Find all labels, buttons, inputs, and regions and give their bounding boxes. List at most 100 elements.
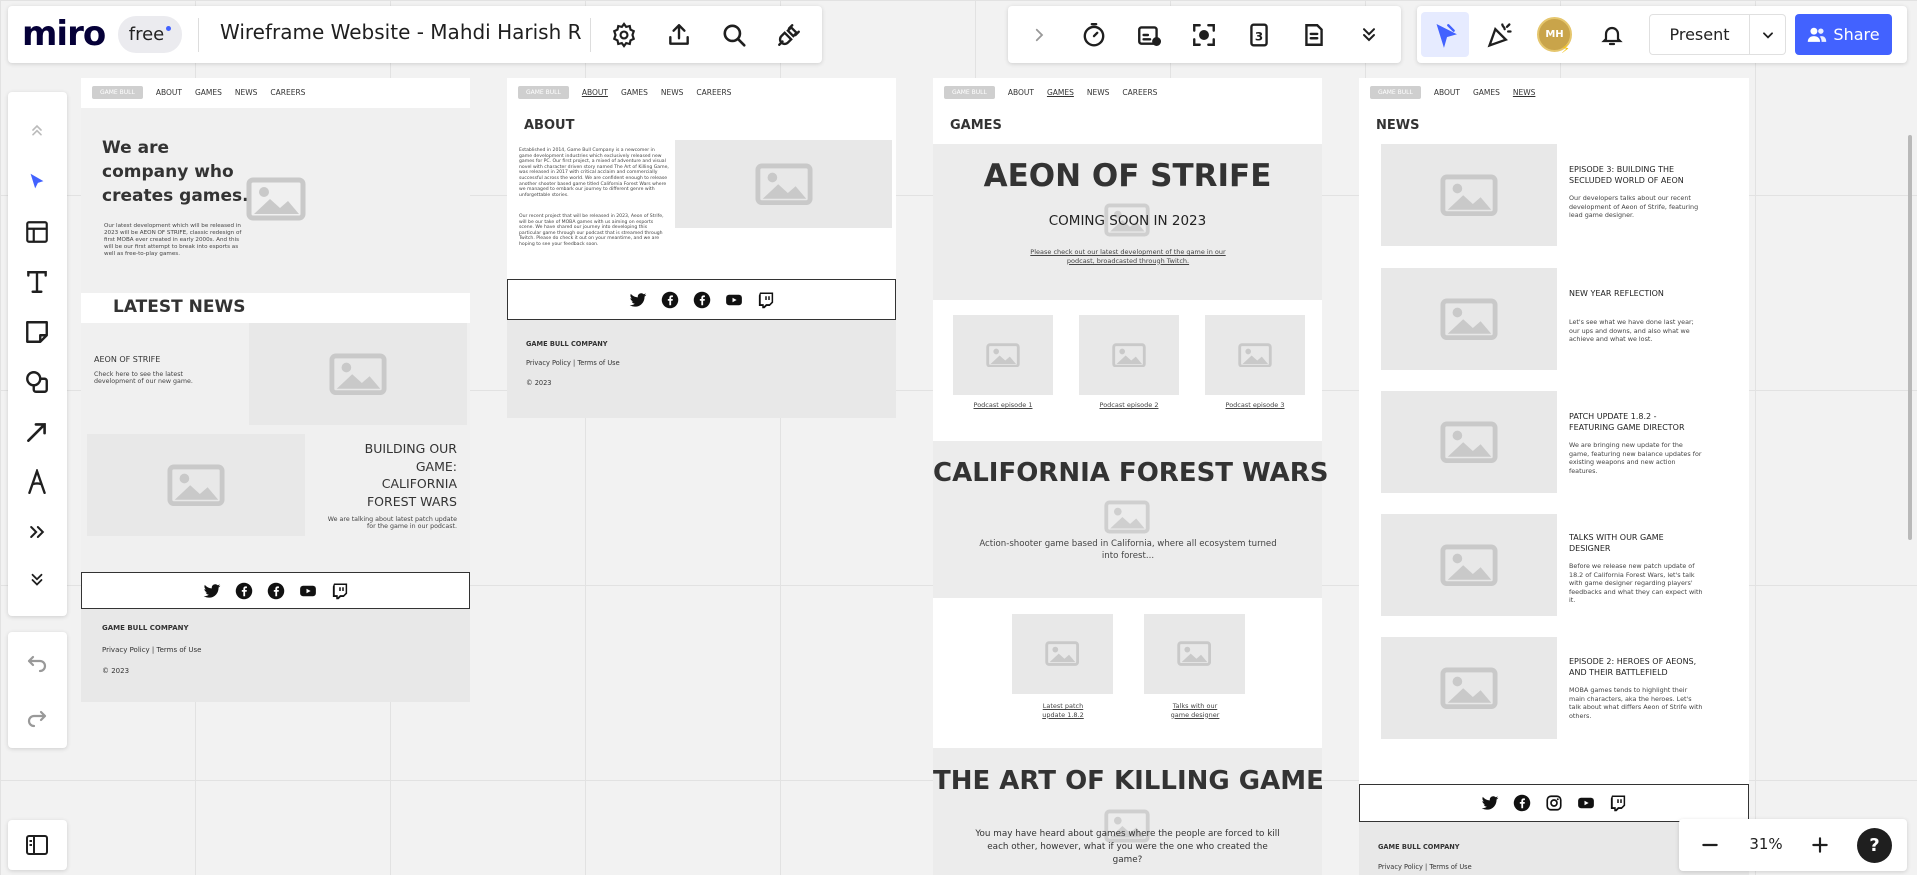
search-icon[interactable] xyxy=(714,15,754,55)
news-item-4-image[interactable] xyxy=(1381,514,1557,616)
podcast-1-label[interactable]: Podcast episode 1 xyxy=(953,402,1053,409)
nav-careers[interactable]: CAREERS xyxy=(270,88,305,97)
nav-about[interactable]: ABOUT xyxy=(1434,88,1460,97)
footer-links[interactable]: Privacy Policy | Terms of Use xyxy=(102,646,201,654)
nav-games-active[interactable]: GAMES xyxy=(1047,88,1074,97)
news-item-2-image[interactable] xyxy=(1381,268,1557,370)
facebook-icon[interactable] xyxy=(693,291,711,309)
sticky-note-icon[interactable] xyxy=(17,312,57,352)
frame-about[interactable]: GAME BULL ABOUT GAMES NEWS CAREERS ABOUT… xyxy=(507,78,896,418)
nav-news[interactable]: NEWS xyxy=(1087,88,1110,97)
nav-games[interactable]: GAMES xyxy=(621,88,648,97)
help-button[interactable]: ? xyxy=(1857,828,1892,863)
board-title[interactable]: Wireframe Website - Mahdi Harish R xyxy=(220,20,582,44)
footer-links[interactable]: Privacy Policy | Terms of Use xyxy=(526,359,620,367)
notes-icon[interactable] xyxy=(1294,15,1334,55)
news-item-4-title[interactable]: TALKS WITH OUR GAME DESIGNER xyxy=(1569,532,1704,554)
frame-home[interactable]: GAME BULL ABOUT GAMES NEWS CAREERS We ar… xyxy=(81,78,470,702)
collapse-down-icon[interactable] xyxy=(17,560,57,600)
news-item-5-title[interactable]: EPISODE 2: HEROES OF AEONS, AND THEIR BA… xyxy=(1569,656,1709,678)
select-icon[interactable] xyxy=(17,162,57,202)
more-icon[interactable] xyxy=(1349,15,1389,55)
podcast-2-thumb[interactable] xyxy=(1079,315,1179,395)
twitter-icon[interactable] xyxy=(203,582,221,600)
patch-link[interactable]: Latest patch update 1.8.2 xyxy=(1037,702,1089,719)
frame-games[interactable]: GAME BULL ABOUT GAMES NEWS CAREERS GAMES… xyxy=(933,78,1328,875)
focus-icon[interactable] xyxy=(1184,15,1224,55)
plugin-icon[interactable] xyxy=(769,15,809,55)
podcast-3-thumb[interactable] xyxy=(1205,315,1305,395)
facebook-icon[interactable] xyxy=(1513,794,1531,812)
home-logo[interactable]: GAME BULL xyxy=(92,86,143,99)
youtube-icon[interactable] xyxy=(1577,794,1595,812)
nav-news[interactable]: NEWS xyxy=(235,88,258,97)
shapes-icon[interactable] xyxy=(17,362,57,402)
plan-badge[interactable]: free xyxy=(118,16,182,53)
nav-about[interactable]: ABOUT xyxy=(156,88,182,97)
redo-icon[interactable] xyxy=(17,698,57,738)
footer-links[interactable]: Privacy Policy | Terms of Use xyxy=(1378,863,1472,871)
twitch-icon[interactable] xyxy=(757,291,775,309)
about-logo[interactable]: GAME BULL xyxy=(518,86,569,99)
collapse-up-icon[interactable] xyxy=(17,110,57,150)
nav-news-active[interactable]: NEWS xyxy=(1513,88,1536,97)
youtube-icon[interactable] xyxy=(299,582,317,600)
facebook-icon[interactable] xyxy=(267,582,285,600)
card-icon[interactable] xyxy=(1129,15,1169,55)
pen-icon[interactable] xyxy=(17,462,57,502)
reactions-icon[interactable] xyxy=(1480,15,1520,55)
present-dropdown[interactable] xyxy=(1750,14,1786,55)
games-logo[interactable]: GAME BULL xyxy=(944,86,995,99)
facebook-icon[interactable] xyxy=(661,291,679,309)
twitter-icon[interactable] xyxy=(629,291,647,309)
frame-news[interactable]: GAME BULL ABOUT GAMES NEWS NEWS EPISODE … xyxy=(1359,78,1749,875)
zoom-in-icon[interactable] xyxy=(1800,825,1840,865)
present-button[interactable]: Present xyxy=(1649,14,1750,55)
nav-news[interactable]: NEWS xyxy=(661,88,684,97)
news-logo[interactable]: GAME BULL xyxy=(1370,86,1421,99)
vertical-scrollbar[interactable] xyxy=(1908,135,1912,540)
designer-talk-link[interactable]: Talks with our game designer xyxy=(1165,702,1225,719)
twitch-icon[interactable] xyxy=(331,582,349,600)
youtube-icon[interactable] xyxy=(725,291,743,309)
podcast-2-label[interactable]: Podcast episode 2 xyxy=(1079,402,1179,409)
game1-podcast-link[interactable]: Please check out our latest development … xyxy=(1021,248,1235,265)
connector-icon[interactable] xyxy=(17,412,57,452)
share-button[interactable]: Share xyxy=(1795,14,1892,55)
news-item-1-image[interactable] xyxy=(1381,144,1557,246)
miro-logo[interactable]: miro xyxy=(22,14,106,54)
zoom-out-icon[interactable] xyxy=(1690,825,1730,865)
nav-about-active[interactable]: ABOUT xyxy=(582,88,608,97)
nav-games[interactable]: GAMES xyxy=(1473,88,1500,97)
export-icon[interactable] xyxy=(659,15,699,55)
nav-careers[interactable]: CAREERS xyxy=(1122,88,1157,97)
board-panel-button[interactable] xyxy=(8,820,67,870)
zoom-level[interactable]: 31% xyxy=(1741,835,1791,853)
news-item-5-image[interactable] xyxy=(1381,637,1557,739)
twitch-icon[interactable] xyxy=(1609,794,1627,812)
nav-about[interactable]: ABOUT xyxy=(1008,88,1034,97)
nav-careers[interactable]: CAREERS xyxy=(696,88,731,97)
frame-icon[interactable] xyxy=(17,212,57,252)
news-item-1-title[interactable]: EPISODE 3: BUILDING THE SECLUDED WORLD O… xyxy=(1569,164,1704,186)
undo-icon[interactable] xyxy=(17,643,57,683)
instagram-icon[interactable] xyxy=(1545,794,1563,812)
notification-bell-icon[interactable] xyxy=(1592,15,1632,55)
chevron-right-icon[interactable] xyxy=(1019,15,1059,55)
nav-games[interactable]: GAMES xyxy=(195,88,222,97)
cursor-tool-selected[interactable] xyxy=(1421,12,1469,57)
timer-icon[interactable] xyxy=(1074,15,1114,55)
news-item-2-title[interactable]: NEW YEAR REFLECTION xyxy=(1569,288,1704,299)
news-item-3-title[interactable]: PATCH UPDATE 1.8.2 - FEATURING GAME DIRE… xyxy=(1569,411,1704,433)
settings-icon[interactable] xyxy=(604,15,644,55)
text-icon[interactable] xyxy=(17,262,57,302)
news-item-3-image[interactable] xyxy=(1381,391,1557,493)
patch-thumb[interactable] xyxy=(1012,614,1113,694)
podcast-3-label[interactable]: Podcast episode 3 xyxy=(1205,402,1305,409)
facebook-icon[interactable] xyxy=(235,582,253,600)
count-icon[interactable]: 3 xyxy=(1239,15,1279,55)
more-tools-icon[interactable] xyxy=(17,512,57,552)
designer-talk-thumb[interactable] xyxy=(1144,614,1245,694)
podcast-1-thumb[interactable] xyxy=(953,315,1053,395)
twitter-icon[interactable] xyxy=(1481,794,1499,812)
